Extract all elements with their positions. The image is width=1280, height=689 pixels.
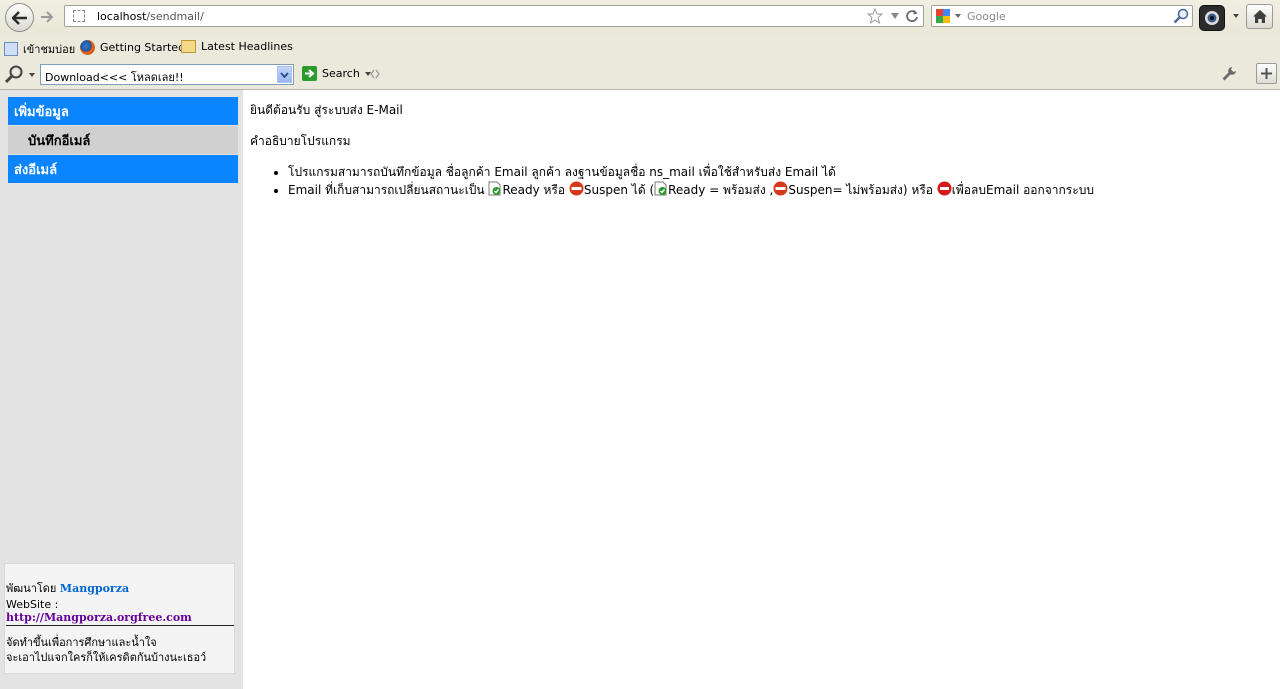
website-prefix: WebSite :: [6, 598, 59, 611]
toolbar-select[interactable]: Download<<< โหลดเลย!!: [40, 64, 294, 85]
toolbar-search-icon[interactable]: [4, 64, 24, 84]
chevron-down-icon: [280, 71, 289, 78]
search-magnifier-icon[interactable]: [1173, 8, 1189, 24]
bullet-text: Suspen ได้ (: [583, 183, 655, 197]
search-placeholder: Google: [967, 10, 1006, 23]
search-engine-dropdown-icon[interactable]: [955, 14, 961, 18]
new-tab-button[interactable]: [1256, 63, 1277, 84]
description-list: โปรแกรมสามารถบันทึกข้อมูล ชื่อลูกค้า Ema…: [250, 163, 1094, 199]
bullet-text: โปรแกรมสามารถบันทึกข้อมูล ชื่อลูกค้า Ema…: [288, 165, 836, 179]
footer-note-line2: จะเอาไปแจกใครก็ให้เครดิตกันบ้างนะเธอว์: [6, 651, 207, 664]
bookmark-latest-headlines[interactable]: Latest Headlines: [181, 40, 293, 53]
stop-sign-icon: [569, 181, 584, 196]
stop-sign-icon: [773, 181, 788, 196]
reload-icon[interactable]: [905, 9, 919, 23]
footer-divider: [6, 625, 234, 626]
firefox-icon: [80, 40, 95, 55]
bookmark-most-visited[interactable]: เข้าชมบ่อย: [4, 40, 75, 58]
search-button-label: Search: [322, 67, 360, 80]
toolbar-search-dropdown-icon[interactable]: [29, 73, 35, 77]
list-item: Email ที่เก็บสามารถเปลี่ยนสถานะเป็น Read…: [288, 181, 1094, 199]
addon-dropdown-icon[interactable]: [1233, 14, 1239, 18]
addon-camera-button[interactable]: [1199, 5, 1225, 31]
toolbar-select-arrow[interactable]: [277, 66, 292, 83]
forward-button[interactable]: [36, 7, 56, 27]
wrench-icon[interactable]: [1221, 66, 1237, 82]
url-dropdown-icon[interactable]: [891, 13, 899, 19]
bullet-text: Ready หรือ: [502, 183, 569, 197]
most-visited-icon: [4, 42, 18, 56]
forward-arrow-icon: [40, 11, 53, 23]
website-credit: WebSite : http://Mangporza.orgfree.com: [6, 598, 234, 624]
url-host: localhost: [97, 10, 147, 23]
camera-lens-icon: [1205, 11, 1219, 25]
menu-label: บันทึกอีเมล์: [28, 133, 91, 149]
developer-name: Mangporza: [59, 582, 130, 595]
toolbar-resize-handle-icon[interactable]: [370, 69, 380, 79]
back-button[interactable]: [5, 3, 34, 32]
bullet-text: Email ที่เก็บสามารถเปลี่ยนสถานะเป็น: [288, 183, 489, 197]
menu-save-email[interactable]: บันทึกอีเมล์: [8, 126, 238, 154]
navigation-toolbar: localhost/sendmail/ Google: [0, 0, 1280, 34]
sidebar-footer: พัฒนาโดย Mangporza WebSite : http://Mang…: [4, 563, 235, 674]
welcome-text: ยินดีต้อนรับ สู่ระบบส่ง E-Mail: [250, 103, 403, 117]
bookmark-label: Getting Started: [100, 41, 186, 54]
bookmark-star-icon[interactable]: [867, 8, 883, 24]
description-title: คำอธิบายโปรแกรม: [250, 134, 351, 148]
plus-icon: [1261, 68, 1272, 79]
bullet-text: Ready = พร้อมส่ง ,: [668, 183, 774, 197]
bookmark-label: เข้าชมบ่อย: [23, 43, 76, 56]
back-arrow-icon: [11, 10, 27, 25]
developer-prefix: พัฒนาโดย: [6, 582, 57, 595]
toolbar-select-value: Download<<< โหลดเลย!!: [45, 71, 184, 84]
url-bar[interactable]: localhost/sendmail/: [64, 5, 924, 27]
home-button[interactable]: [1246, 4, 1273, 29]
bullet-text: เพื่อลบEmail ออกจากระบบ: [951, 183, 1094, 197]
google-icon[interactable]: [936, 9, 950, 23]
url-text: localhost/sendmail/: [97, 10, 204, 23]
main-content: ยินดีต้อนรับ สู่ระบบส่ง E-Mail คำอธิบายโ…: [250, 101, 1094, 199]
ready-page-icon: [654, 181, 667, 196]
search-bar[interactable]: Google: [931, 5, 1193, 27]
developer-credit: พัฒนาโดย Mangporza: [6, 579, 129, 597]
url-path: /sendmail/: [146, 10, 204, 23]
list-item: โปรแกรมสามารถบันทึกข้อมูล ชื่อลูกค้า Ema…: [288, 163, 1094, 181]
bookmark-label: Latest Headlines: [201, 40, 293, 53]
ready-page-icon: [488, 181, 501, 196]
bullet-text: Suspen= ไม่พร้อมส่ง) หรือ: [788, 183, 937, 197]
menu-add-data[interactable]: เพิ่มข้อมูล: [8, 97, 238, 125]
site-identity-icon[interactable]: [73, 10, 85, 22]
home-icon: [1252, 10, 1267, 23]
delete-icon: [937, 181, 952, 196]
bookmark-getting-started[interactable]: Getting Started: [80, 40, 185, 55]
toolbar-search-button[interactable]: Search: [302, 66, 371, 81]
menu-send-email[interactable]: ส่งอีเมล์: [8, 155, 238, 183]
menu-label: เพิ่มข้อมูล: [14, 104, 69, 120]
go-arrow-icon: [302, 66, 317, 81]
rss-feed-icon: [181, 40, 196, 53]
website-link[interactable]: http://Mangporza.orgfree.com: [6, 611, 192, 624]
menu-label: ส่งอีเมล์: [14, 162, 58, 178]
